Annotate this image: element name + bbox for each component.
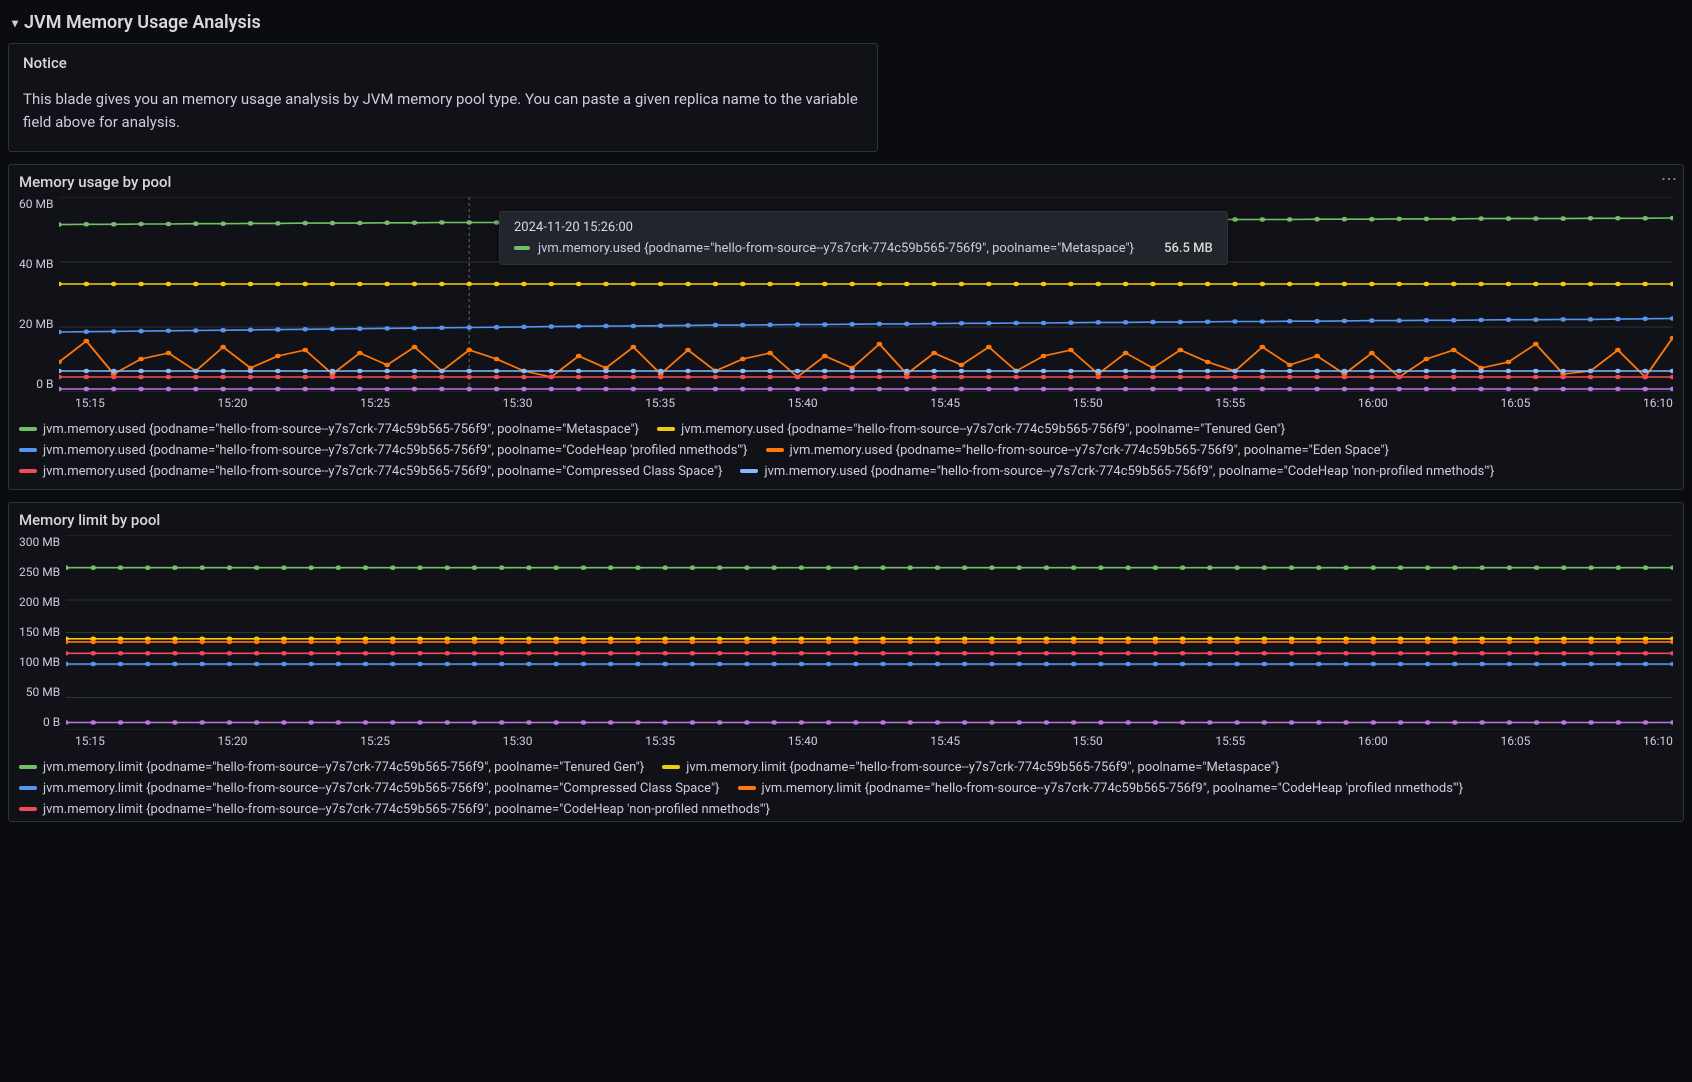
x-tick: 15:15 bbox=[75, 734, 105, 748]
legend-label: jvm.memory.limit {podname="hello-from-so… bbox=[686, 760, 1279, 775]
x-tick: 15:30 bbox=[503, 396, 533, 410]
legend-swatch bbox=[19, 786, 37, 790]
x-tick: 15:55 bbox=[1215, 734, 1245, 748]
x-tick: 15:45 bbox=[930, 396, 960, 410]
legend-label: jvm.memory.used {podname="hello-from-sou… bbox=[43, 422, 639, 437]
y-tick: 250 MB bbox=[19, 565, 60, 579]
x-tick: 15:55 bbox=[1215, 396, 1245, 410]
y-tick: 300 MB bbox=[19, 535, 60, 549]
chart-title-limit: Memory limit by pool bbox=[19, 511, 1673, 529]
chart-title-usage: Memory usage by pool bbox=[19, 173, 1673, 191]
x-axis-usage: 15:15 15:20 15:25 15:30 15:35 15:40 15:45 15:50… bbox=[19, 396, 1673, 410]
chart-panel-usage: ⋮ Memory usage by pool 60 MB 40 MB 20 MB 0 … bbox=[8, 164, 1684, 490]
legend-swatch bbox=[740, 469, 758, 473]
legend-label: jvm.memory.used {podname="hello-from-sou… bbox=[764, 464, 1494, 479]
x-tick: 15:40 bbox=[788, 734, 818, 748]
legend-item[interactable]: jvm.memory.used {podname="hello-from-sou… bbox=[19, 443, 748, 458]
legend-swatch bbox=[19, 765, 37, 769]
legend-item[interactable]: jvm.memory.used {podname="hello-from-sou… bbox=[657, 422, 1285, 437]
x-tick: 15:50 bbox=[1073, 396, 1103, 410]
x-tick: 15:35 bbox=[645, 396, 675, 410]
x-tick: 15:20 bbox=[218, 734, 248, 748]
x-tick: 16:00 bbox=[1358, 734, 1388, 748]
legend-item[interactable]: jvm.memory.used {podname="hello-from-sou… bbox=[19, 422, 639, 437]
legend-item[interactable]: jvm.memory.limit {podname="hello-from-so… bbox=[19, 760, 644, 775]
legend-label: jvm.memory.limit {podname="hello-from-so… bbox=[762, 781, 1464, 796]
legend-label: jvm.memory.used {podname="hello-from-sou… bbox=[43, 464, 722, 479]
legend-swatch bbox=[662, 765, 680, 769]
y-axis-usage: 60 MB 40 MB 20 MB 0 B bbox=[19, 197, 59, 392]
legend-item[interactable]: jvm.memory.limit {podname="hello-from-so… bbox=[662, 760, 1279, 775]
legend-item[interactable]: jvm.memory.limit {podname="hello-from-so… bbox=[738, 781, 1464, 796]
notice-title: Notice bbox=[23, 54, 863, 72]
legend-item[interactable]: jvm.memory.used {podname="hello-from-sou… bbox=[766, 443, 1389, 458]
chevron-down-icon: ▾ bbox=[12, 16, 18, 30]
x-tick: 15:25 bbox=[360, 734, 390, 748]
x-tick: 16:10 bbox=[1643, 396, 1673, 410]
legend-swatch bbox=[19, 807, 37, 811]
x-tick: 16:05 bbox=[1500, 396, 1530, 410]
y-tick: 60 MB bbox=[19, 197, 53, 211]
y-tick: 50 MB bbox=[26, 685, 60, 699]
x-tick: 15:35 bbox=[645, 734, 675, 748]
notice-body: This blade gives you an memory usage ana… bbox=[23, 88, 863, 135]
legend-label: jvm.memory.used {podname="hello-from-sou… bbox=[790, 443, 1389, 458]
x-tick: 15:25 bbox=[360, 396, 390, 410]
y-axis-limit: 300 MB 250 MB 200 MB 150 MB 100 MB 50 MB 0 B bbox=[19, 535, 66, 730]
legend-label: jvm.memory.limit {podname="hello-from-so… bbox=[43, 760, 644, 775]
legend-swatch bbox=[19, 469, 37, 473]
y-tick: 20 MB bbox=[19, 317, 53, 331]
legend-item[interactable]: jvm.memory.limit {podname="hello-from-so… bbox=[19, 802, 770, 817]
legend-label: jvm.memory.limit {podname="hello-from-so… bbox=[43, 781, 720, 796]
x-tick: 16:00 bbox=[1358, 396, 1388, 410]
legend-item[interactable]: jvm.memory.used {podname="hello-from-sou… bbox=[740, 464, 1494, 479]
tooltip-series-label: jvm.memory.used {podname="hello-from-sou… bbox=[538, 241, 1134, 256]
legend-swatch bbox=[766, 448, 784, 452]
x-tick: 16:10 bbox=[1643, 734, 1673, 748]
y-tick: 100 MB bbox=[19, 655, 60, 669]
legend-swatch bbox=[19, 448, 37, 452]
plot-area-limit[interactable] bbox=[66, 535, 1673, 730]
section-title: JVM Memory Usage Analysis bbox=[24, 12, 261, 33]
tooltip-swatch bbox=[514, 246, 530, 250]
x-tick: 15:50 bbox=[1073, 734, 1103, 748]
x-tick: 16:05 bbox=[1500, 734, 1530, 748]
y-tick: 0 B bbox=[43, 715, 60, 729]
legend-limit: jvm.memory.limit {podname="hello-from-so… bbox=[19, 760, 1673, 817]
chart-panel-limit: Memory limit by pool 300 MB 250 MB 200 MB 1… bbox=[8, 502, 1684, 822]
y-tick: 0 B bbox=[36, 377, 53, 391]
legend-label: jvm.memory.used {podname="hello-from-sou… bbox=[681, 422, 1285, 437]
tooltip-value: 56.5 MB bbox=[1164, 241, 1213, 256]
section-header[interactable]: ▾ JVM Memory Usage Analysis bbox=[8, 8, 1684, 43]
x-tick: 15:15 bbox=[75, 396, 105, 410]
legend-item[interactable]: jvm.memory.used {podname="hello-from-sou… bbox=[19, 464, 722, 479]
legend-usage: jvm.memory.used {podname="hello-from-sou… bbox=[19, 422, 1673, 479]
legend-swatch bbox=[738, 786, 756, 790]
legend-label: jvm.memory.limit {podname="hello-from-so… bbox=[43, 802, 770, 817]
y-tick: 200 MB bbox=[19, 595, 60, 609]
tooltip-time: 2024-11-20 15:26:00 bbox=[514, 220, 1213, 235]
x-axis-limit: 15:15 15:20 15:25 15:30 15:35 15:40 15:45 15:50… bbox=[19, 734, 1673, 748]
x-tick: 15:40 bbox=[788, 396, 818, 410]
legend-swatch bbox=[19, 427, 37, 431]
x-tick: 15:20 bbox=[218, 396, 248, 410]
legend-swatch bbox=[657, 427, 675, 431]
x-tick: 15:45 bbox=[930, 734, 960, 748]
y-tick: 40 MB bbox=[19, 257, 53, 271]
x-tick: 15:30 bbox=[503, 734, 533, 748]
y-tick: 150 MB bbox=[19, 625, 60, 639]
panel-menu-icon[interactable]: ⋮ bbox=[1660, 171, 1679, 188]
notice-panel: Notice This blade gives you an memory us… bbox=[8, 43, 878, 152]
legend-label: jvm.memory.used {podname="hello-from-sou… bbox=[43, 443, 748, 458]
chart-tooltip: 2024-11-20 15:26:00 jvm.memory.used {pod… bbox=[499, 211, 1228, 265]
legend-item[interactable]: jvm.memory.limit {podname="hello-from-so… bbox=[19, 781, 720, 796]
